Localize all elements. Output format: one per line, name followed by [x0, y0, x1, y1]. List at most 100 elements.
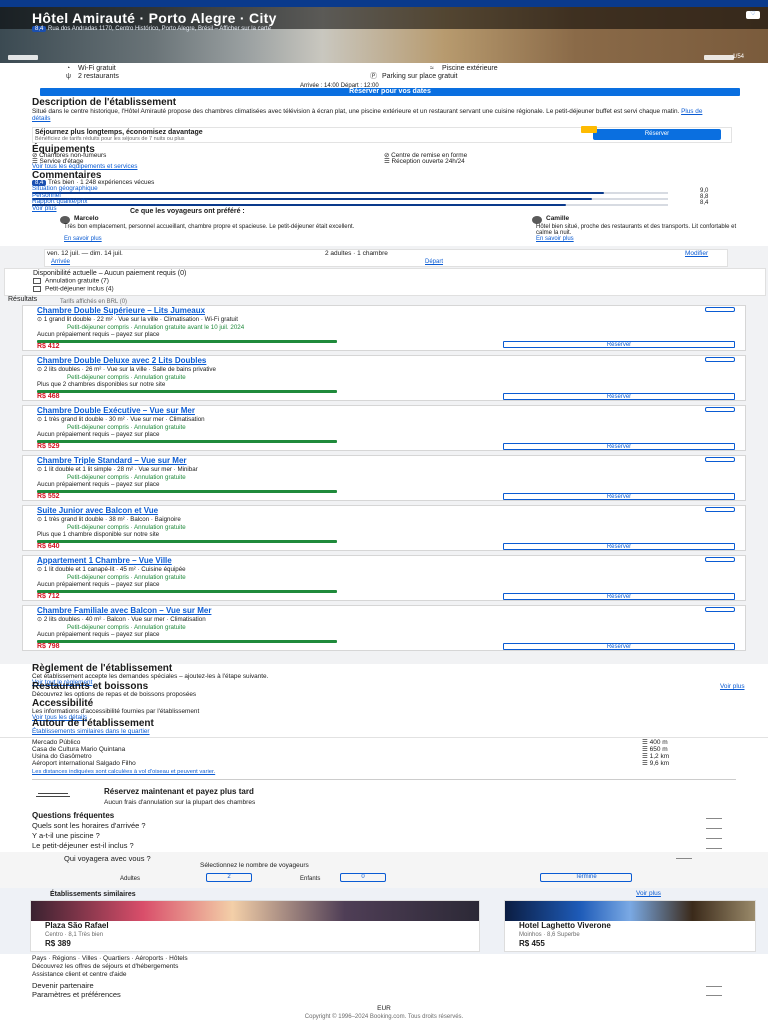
room-name[interactable]: Suite Junior avec Balcon et Vue [37, 506, 158, 515]
chevron-down-icon[interactable] [706, 848, 722, 849]
chevron-down-icon[interactable] [706, 828, 722, 829]
room-name[interactable]: Chambre Double Exécutive – Vue sur Mer [37, 406, 195, 415]
room-payment: Plus que 1 chambre disponible sur notre … [37, 531, 160, 538]
score-value-value: 8,4 [700, 200, 709, 206]
similar-more-link[interactable]: Voir plus [636, 890, 661, 898]
footer-section[interactable]: Devenir partenaire [32, 982, 94, 990]
room-reserve-button[interactable]: Réserver [503, 493, 735, 500]
room-name[interactable]: Chambre Double Deluxe avec 2 Lits Double… [37, 356, 206, 365]
guest-picker-subtitle: Sélectionnez le nombre de voyageurs [200, 862, 309, 869]
room-name[interactable]: Chambre Double Supérieure – Lits Jumeaux [37, 306, 205, 315]
room-card: Chambre Double Deluxe avec 2 Lits Double… [22, 355, 746, 401]
score-bar-staff [32, 198, 592, 200]
room-price: R$ 529 [37, 443, 60, 450]
avatar [532, 216, 542, 224]
fact-wifi: ◔ Wi-Fi gratuit [66, 65, 116, 72]
parking-icon: Ⓟ [370, 73, 377, 80]
review-text: Hôtel bien situé, proche des restaurants… [536, 224, 737, 237]
faq-question[interactable]: Y a-t-il une piscine ? [32, 832, 100, 840]
chevron-down-icon[interactable] [706, 818, 722, 819]
filter-title: Disponibilité actuelle – Aucun paiement … [33, 270, 187, 277]
room-price: R$ 468 [37, 393, 60, 400]
review-card: Marcelo Très bon emplacement, personnel … [60, 215, 500, 244]
adults-stepper[interactable]: 2 [206, 873, 252, 882]
favorite-heart-icon[interactable]: ♡ [746, 11, 760, 19]
chevron-down-icon[interactable] [706, 986, 722, 987]
search-dates[interactable]: ven. 12 juil. — dim. 14 juil. [47, 250, 123, 258]
room-reserve-button[interactable]: Réserver [503, 593, 735, 600]
filter-option-cancel[interactable]: Annulation gratuite (7) [33, 278, 109, 286]
checkbox[interactable] [33, 286, 41, 292]
footer-section[interactable]: Paramètres et préférences [32, 991, 121, 999]
similar-hotel-card[interactable]: Hotel Laghetto Viverone Moinhos · 8,6 Su… [504, 900, 756, 952]
gallery-next-button[interactable] [704, 55, 734, 60]
review-more-link[interactable]: En savoir plus [64, 236, 102, 242]
children-stepper[interactable]: 0 [340, 873, 386, 882]
reviewer-name: Camille [546, 215, 570, 222]
similar-hotel-card[interactable]: Plaza São Rafael Centro · 8,1 Très bien … [30, 900, 480, 952]
gallery-prev-button[interactable] [8, 55, 38, 60]
room-reserve-button[interactable]: Réserver [503, 543, 735, 550]
poi-row: Aéroport international Salgado Filho ☰ 9,… [32, 760, 736, 768]
fact-pool: ≈ Piscine extérieure [430, 65, 498, 72]
room-tag-icon [705, 457, 735, 462]
surroundings-link[interactable]: Établissements similaires dans le quarti… [32, 728, 150, 736]
guest-picker-title: Qui voyagera avec vous ? [64, 854, 151, 863]
hotel-facts: ◔ Wi-Fi gratuit ≈ Piscine extérieure ψ2 re… [40, 64, 740, 84]
room-price: R$ 798 [37, 643, 60, 650]
chevron-down-icon[interactable] [706, 995, 722, 996]
room-features: ⊙ 2 lits doubles · 26 m² · Vue sur la vi… [37, 366, 216, 373]
room-tag-icon [705, 507, 735, 512]
checkbox[interactable] [33, 278, 41, 284]
availability-bar [37, 490, 337, 493]
similar-title: Établissements similaires [50, 891, 136, 898]
room-payment: Aucun prépaiement requis – payez sur pla… [37, 631, 160, 638]
reviews-more-link[interactable]: Voir plus [32, 205, 57, 213]
room-name[interactable]: Chambre Familiale avec Balcon – Vue sur … [37, 606, 211, 615]
close-icon[interactable] [676, 858, 692, 859]
room-card: Suite Junior avec Balcon et Vue ⊙ 1 très … [22, 505, 746, 551]
footer-links[interactable]: Pays · Régions · Villes · Quartiers · Aé… [32, 955, 188, 963]
guest-picker-done-button[interactable]: Terminé [540, 873, 632, 882]
room-card: Chambre Double Supérieure – Lits Jumeaux… [22, 305, 746, 351]
chevron-down-icon[interactable] [706, 838, 722, 839]
score-bar-location [32, 192, 604, 194]
arrival-label[interactable]: Arrivée [51, 259, 70, 265]
review-text: Très bon emplacement, personnel accueill… [64, 224, 355, 230]
reserve-dates-button[interactable]: Réserver pour vos dates [40, 88, 740, 96]
room-reserve-button[interactable]: Réserver [503, 393, 735, 400]
footer-links[interactable]: Assistance client et centre d'aide [32, 971, 126, 979]
room-features: ⊙ 1 très grand lit double · 38 m² · Balc… [37, 516, 181, 523]
filter-option-breakfast[interactable]: Petit-déjeuner inclus (4) [33, 286, 114, 294]
faq-question[interactable]: Quels sont les horaires d'arrivée ? [32, 822, 146, 830]
availability-bar [37, 640, 337, 643]
search-guests[interactable]: 2 adultes · 1 chambre [325, 250, 388, 258]
hero-gallery[interactable]: Hôtel Amirauté · Porto Alegre · City 8,4… [0, 7, 768, 63]
hotel-thumbnail [505, 901, 755, 921]
promo-reserve-button[interactable]: Réserver [593, 129, 721, 140]
room-reserve-button[interactable]: Réserver [503, 443, 735, 450]
room-reserve-button[interactable]: Réserver [503, 341, 735, 348]
room-card: Chambre Triple Standard – Vue sur Mer ⊙ 1… [22, 455, 746, 501]
review-more-link[interactable]: En savoir plus [536, 236, 574, 242]
currency-selector[interactable]: EUR [0, 1005, 768, 1013]
room-payment: Aucun prépaiement requis – payez sur pla… [37, 581, 160, 588]
faq-question[interactable]: Le petit-déjeuner est-il inclus ? [32, 842, 134, 850]
divider [0, 737, 768, 738]
room-tag-icon [705, 357, 735, 362]
room-features: ⊙ 1 grand lit double · 22 m² · Vue sur l… [37, 316, 238, 323]
departure-label[interactable]: Départ [425, 259, 443, 265]
food-link[interactable]: Voir plus [720, 683, 745, 691]
promo-tag-icon [581, 126, 597, 133]
search-summary[interactable]: ven. 12 juil. — dim. 14 juil. 2 adultes … [44, 249, 728, 267]
availability-bar [37, 540, 337, 543]
room-features: ⊙ 1 lit double et 1 lit simple · 28 m² ·… [37, 466, 198, 473]
room-name[interactable]: Chambre Triple Standard – Vue sur Mer [37, 456, 187, 465]
room-reserve-button[interactable]: Réserver [503, 643, 735, 650]
fact-parking: Ⓟ Parking sur place gratuit [370, 73, 458, 80]
modify-search-link[interactable]: Modifier [685, 250, 708, 258]
address-text[interactable]: Rua dos Andradas 1170, Centro Histórico,… [48, 26, 271, 32]
room-name[interactable]: Appartement 1 Chambre – Vue Ville [37, 556, 172, 565]
hotel-address[interactable]: 8,4 Rua dos Andradas 1170, Centro Histór… [32, 26, 271, 33]
footer-links[interactable]: Découvrez les offres de séjours et d'héb… [32, 963, 178, 971]
